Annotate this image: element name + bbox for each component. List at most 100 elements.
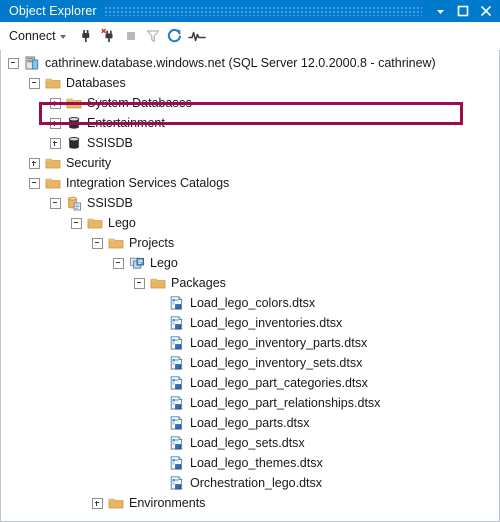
object-explorer-tree-panel[interactable]: cathrinew.database.windows.net (SQL Serv… xyxy=(0,50,500,522)
server-icon xyxy=(24,55,40,71)
folder-icon xyxy=(108,235,124,251)
tree-node[interactable]: Projects xyxy=(1,233,499,253)
tree-node-label: Load_lego_colors.dtsx xyxy=(190,296,316,310)
tree-node[interactable]: SSISDB xyxy=(1,193,499,213)
folder-icon xyxy=(66,95,82,111)
database-icon xyxy=(66,135,82,151)
expand-icon[interactable] xyxy=(29,157,40,169)
tree-node-label: Load_lego_parts.dtsx xyxy=(190,416,310,430)
tree-node-label: Load_lego_themes.dtsx xyxy=(190,456,323,470)
toolbar: Connect xyxy=(0,22,500,50)
folder-icon xyxy=(87,215,103,231)
collapse-icon[interactable] xyxy=(113,257,124,269)
tree-node-label: Projects xyxy=(129,236,175,250)
titlebar-drag-handle[interactable] xyxy=(104,6,422,16)
tree-node[interactable]: Load_lego_themes.dtsx xyxy=(1,453,499,473)
window-controls xyxy=(430,2,496,20)
folder-icon xyxy=(108,495,124,511)
dropdown-icon[interactable] xyxy=(430,2,450,20)
folder-icon xyxy=(45,155,61,171)
tree-node[interactable]: Packages xyxy=(1,273,499,293)
expand-icon[interactable] xyxy=(50,97,61,109)
tree-node-label: System Databases xyxy=(87,96,192,110)
tree-node-label: Lego xyxy=(108,216,136,230)
collapse-icon[interactable] xyxy=(8,57,19,69)
tree-node[interactable]: Integration Services Catalogs xyxy=(1,173,499,193)
database-icon xyxy=(66,115,82,131)
filter-icon xyxy=(142,25,164,47)
ssis-catalog-icon xyxy=(66,195,82,211)
tree-node-spacer xyxy=(155,319,164,328)
titlebar: Object Explorer xyxy=(0,0,500,22)
connect-button[interactable]: Connect xyxy=(7,27,70,45)
close-icon[interactable] xyxy=(476,2,496,20)
ssis-package-icon xyxy=(169,375,185,391)
tree-node[interactable]: Load_lego_part_relationships.dtsx xyxy=(1,393,499,413)
ssis-package-icon xyxy=(169,455,185,471)
activity-monitor-icon[interactable] xyxy=(186,25,208,47)
tree-node-label: SSISDB xyxy=(87,136,133,150)
tree-node[interactable]: Orchestration_lego.dtsx xyxy=(1,473,499,493)
tree-node[interactable]: Lego xyxy=(1,213,499,233)
tree-node[interactable]: Load_lego_colors.dtsx xyxy=(1,293,499,313)
tree-node[interactable]: Load_lego_inventory_sets.dtsx xyxy=(1,353,499,373)
expand-icon[interactable] xyxy=(92,497,103,509)
ssis-package-icon xyxy=(169,355,185,371)
tree-node-label: Load_lego_inventory_parts.dtsx xyxy=(190,336,368,350)
tree-node[interactable]: System Databases xyxy=(1,93,499,113)
ssis-package-icon xyxy=(169,435,185,451)
expand-icon[interactable] xyxy=(50,137,61,149)
collapse-icon[interactable] xyxy=(29,177,40,189)
tree-node-label: SSISDB xyxy=(87,196,133,210)
collapse-icon[interactable] xyxy=(92,237,103,249)
ssis-project-icon xyxy=(129,255,145,271)
tree-node-label: cathrinew.database.windows.net (SQL Serv… xyxy=(45,56,436,70)
connect-button-label: Connect xyxy=(9,28,56,43)
tree-node-label: Security xyxy=(66,156,112,170)
ssis-package-icon xyxy=(169,335,185,351)
tree-node-label: Databases xyxy=(66,76,126,90)
disconnect-object-explorer-icon[interactable] xyxy=(98,25,120,47)
expand-icon[interactable] xyxy=(50,117,61,129)
tree-node[interactable]: cathrinew.database.windows.net (SQL Serv… xyxy=(1,53,499,73)
collapse-icon[interactable] xyxy=(71,217,82,229)
tree-node[interactable]: Load_lego_sets.dtsx xyxy=(1,433,499,453)
tree-node-spacer xyxy=(155,359,164,368)
collapse-icon[interactable] xyxy=(29,77,40,89)
maximize-icon[interactable] xyxy=(453,2,473,20)
tree-node-spacer xyxy=(155,379,164,388)
tree-node-spacer xyxy=(155,459,164,468)
tree-node-label: Lego xyxy=(150,256,178,270)
tree-node-label: Environments xyxy=(129,496,206,510)
tree-node-label: Load_lego_inventories.dtsx xyxy=(190,316,343,330)
refresh-icon[interactable] xyxy=(164,25,186,47)
tree-node[interactable]: Security xyxy=(1,153,499,173)
tree-node-label: Entertainment xyxy=(87,116,165,130)
tree-node-label: Orchestration_lego.dtsx xyxy=(190,476,323,490)
ssis-package-icon xyxy=(169,295,185,311)
collapse-icon[interactable] xyxy=(50,197,61,209)
connect-object-explorer-icon[interactable] xyxy=(76,25,98,47)
tree-node[interactable]: Load_lego_inventories.dtsx xyxy=(1,313,499,333)
tree-node[interactable]: Databases xyxy=(1,73,499,93)
object-explorer-window: Object Explorer Connect cathrinew.databa… xyxy=(0,0,500,522)
tree-node[interactable]: SSISDB xyxy=(1,133,499,153)
ssis-package-icon xyxy=(169,415,185,431)
collapse-icon[interactable] xyxy=(134,277,145,289)
object-explorer-tree: cathrinew.database.windows.net (SQL Serv… xyxy=(1,50,499,513)
tree-node[interactable]: Entertainment xyxy=(1,113,499,133)
tree-node[interactable]: Load_lego_part_categories.dtsx xyxy=(1,373,499,393)
ssis-package-icon xyxy=(169,395,185,411)
tree-node-spacer xyxy=(155,419,164,428)
ssis-package-icon xyxy=(169,315,185,331)
window-title: Object Explorer xyxy=(9,4,97,18)
tree-node[interactable]: Environments xyxy=(1,493,499,513)
tree-node[interactable]: Load_lego_parts.dtsx xyxy=(1,413,499,433)
tree-node-label: Integration Services Catalogs xyxy=(66,176,230,190)
ssis-package-icon xyxy=(169,475,185,491)
folder-icon xyxy=(150,275,166,291)
tree-node[interactable]: Load_lego_inventory_parts.dtsx xyxy=(1,333,499,353)
tree-node-label: Load_lego_part_categories.dtsx xyxy=(190,376,368,390)
tree-node-label: Load_lego_sets.dtsx xyxy=(190,436,305,450)
tree-node[interactable]: Lego xyxy=(1,253,499,273)
